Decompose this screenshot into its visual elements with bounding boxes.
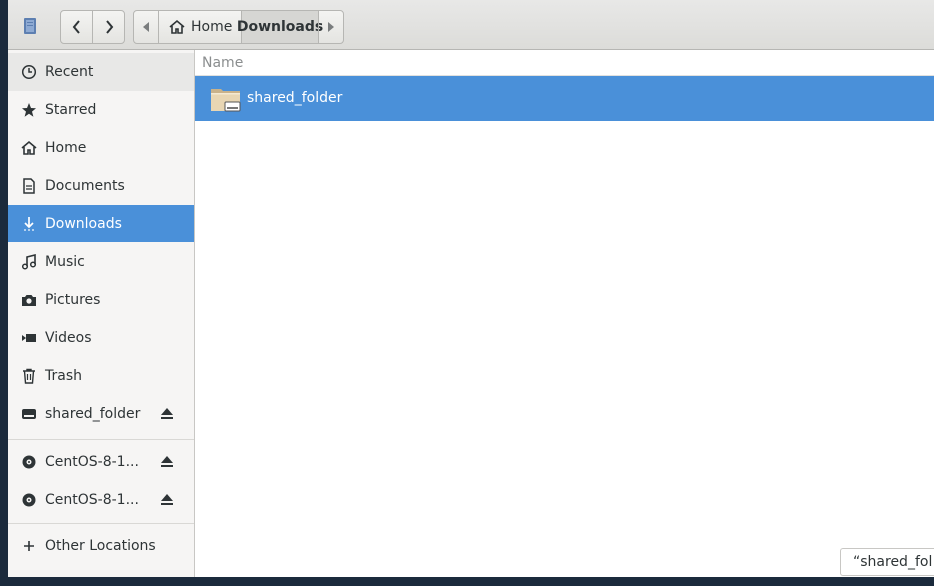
sidebar-item-label: shared_folder <box>45 406 141 422</box>
video-icon <box>21 330 37 346</box>
sidebar-item-label: Home <box>45 140 87 156</box>
clock-icon <box>21 64 37 80</box>
sidebar-item-starred[interactable]: Starred <box>8 91 194 129</box>
path-crumb-label: Downloads <box>236 19 324 35</box>
plus-icon <box>21 538 37 554</box>
sidebar-item-label: Documents <box>45 178 125 194</box>
sidebar-item-home[interactable]: Home <box>8 129 194 167</box>
sidebar-item-label: Recent <box>45 64 94 80</box>
sidebar-item-device-2[interactable]: CentOS-8-1... <box>8 481 194 519</box>
path-crumb-home[interactable]: Home <box>159 11 241 43</box>
camera-icon <box>21 292 37 308</box>
path-scroll-left-button[interactable] <box>134 11 159 43</box>
file-name: shared_folder <box>247 90 343 106</box>
status-overlay: “shared_fol <box>840 548 934 576</box>
sidebar-item-trash[interactable]: Trash <box>8 357 194 395</box>
sidebar-item-shared-folder[interactable]: shared_folder <box>8 395 194 433</box>
triangle-right-icon <box>328 22 334 32</box>
triangle-left-icon <box>143 22 149 32</box>
path-scroll-right-button[interactable] <box>318 11 343 43</box>
file-list-view: Name shared_folder <box>195 50 934 577</box>
folder-icon <box>211 89 241 112</box>
chevron-left-icon <box>72 20 80 34</box>
sidebar-item-videos[interactable]: Videos <box>8 319 194 357</box>
home-icon <box>169 19 185 35</box>
history-nav <box>60 10 125 44</box>
sidebar-item-label: Trash <box>45 368 82 384</box>
document-icon <box>21 178 37 194</box>
music-icon <box>21 254 37 270</box>
sidebar-item-label: Videos <box>45 330 92 346</box>
column-header-name[interactable]: Name <box>195 50 934 76</box>
header-bar: Home Downloads <box>8 0 934 50</box>
disc-icon <box>21 454 37 470</box>
home-icon <box>21 140 37 156</box>
sidebar-item-pictures[interactable]: Pictures <box>8 281 194 319</box>
file-row[interactable]: shared_folder <box>195 76 934 121</box>
eject-icon[interactable] <box>160 455 174 469</box>
sidebar-divider <box>8 523 194 524</box>
forward-button[interactable] <box>92 11 124 43</box>
sidebar-item-label: Music <box>45 254 85 270</box>
sidebar-item-downloads[interactable]: Downloads <box>8 205 194 242</box>
eject-icon[interactable] <box>160 407 174 421</box>
chevron-right-icon <box>105 20 113 34</box>
sidebar-item-device-1[interactable]: CentOS-8-1... <box>8 443 194 481</box>
places-sidebar: Recent Starred Home Documents Downloads … <box>8 50 195 577</box>
path-crumb-downloads[interactable]: Downloads <box>237 11 323 43</box>
sidebar-item-label: Starred <box>45 102 97 118</box>
sidebar-item-label: CentOS-8-1... <box>45 454 139 470</box>
drive-icon <box>21 406 37 422</box>
sidebar-divider <box>8 439 194 440</box>
back-button[interactable] <box>61 11 92 43</box>
sidebar-item-label: Downloads <box>45 216 122 232</box>
download-icon <box>21 216 37 232</box>
files-app-icon <box>24 18 36 34</box>
sidebar-item-documents[interactable]: Documents <box>8 167 194 205</box>
path-bar: Home Downloads <box>133 10 344 44</box>
sidebar-item-music[interactable]: Music <box>8 243 194 281</box>
file-manager-window: Home Downloads Recent Starred Home Docum… <box>8 0 934 577</box>
star-icon <box>21 102 37 118</box>
trash-icon <box>21 368 37 384</box>
sidebar-item-label: Pictures <box>45 292 101 308</box>
sidebar-item-other-locations[interactable]: Other Locations <box>8 527 194 565</box>
sidebar-item-recent[interactable]: Recent <box>8 53 194 91</box>
path-crumb-label: Home <box>191 19 233 35</box>
disc-icon <box>21 492 37 508</box>
sidebar-item-label: Other Locations <box>45 538 156 554</box>
eject-icon[interactable] <box>160 493 174 507</box>
sidebar-item-label: CentOS-8-1... <box>45 492 139 508</box>
